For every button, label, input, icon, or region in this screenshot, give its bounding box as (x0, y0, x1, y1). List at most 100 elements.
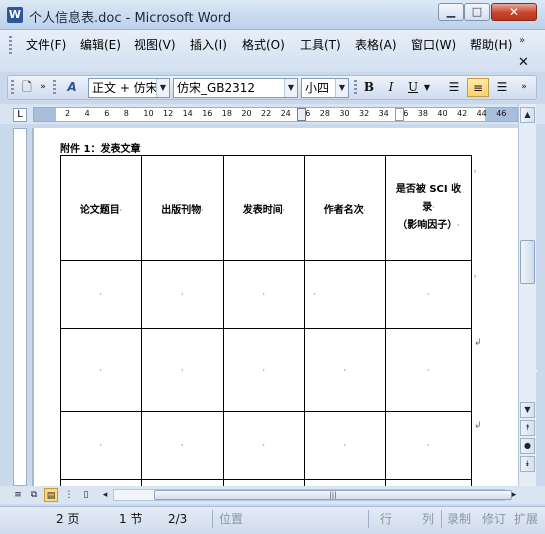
toolbar-grip-handle[interactable] (11, 80, 14, 96)
vertical-scrollbar[interactable]: ▲ ▼ ⯭ ● ⯯ (518, 104, 536, 486)
scroll-right-icon[interactable]: ▸ (507, 488, 521, 502)
close-icon: ✕ (508, 5, 520, 19)
table-cell[interactable]: ˒ (141, 411, 224, 480)
italic-button[interactable]: I (382, 78, 400, 97)
toolbar-overflow-chevron-icon[interactable]: » (38, 78, 48, 97)
document-area[interactable]: 附件 1：发表文章 论文题目˒ 出版刊物˒ 发表时间˒ 作者名次˒ 是否被 SC… (32, 128, 518, 486)
menu-tools[interactable]: 工具(T) (300, 36, 341, 54)
table-cell[interactable]: ˒ (304, 328, 386, 412)
document-page[interactable]: 附件 1：发表文章 论文题目˒ 出版刊物˒ 发表时间˒ 作者名次˒ 是否被 SC… (34, 128, 518, 486)
status-extend[interactable]: 扩展 (514, 510, 544, 528)
ruler-number: 20 (241, 109, 252, 118)
maximize-button[interactable]: □ (464, 3, 490, 21)
scroll-down-icon[interactable]: ▼ (520, 402, 535, 418)
print-layout-icon[interactable]: ▤ (44, 488, 58, 502)
font-size-select[interactable]: 小四 ▼ (301, 78, 349, 98)
word-app-icon[interactable]: W (7, 7, 23, 23)
horizontal-ruler[interactable]: 2468101214161820222426283032343638404244… (33, 107, 518, 122)
table-cell[interactable]: ˒ (141, 260, 224, 329)
table-cell[interactable]: ˒ (223, 411, 305, 480)
select-browse-object-icon[interactable]: ● (520, 438, 535, 454)
underline-button[interactable]: U (404, 78, 422, 97)
status-record[interactable]: 录制 (447, 510, 471, 528)
header-author-rank[interactable]: 作者名次˒ (304, 155, 386, 261)
font-select[interactable]: 仿宋_GB2312 ▼ (173, 78, 298, 98)
menu-help[interactable]: 帮助(H) (470, 36, 512, 54)
close-window-button[interactable]: ✕ (491, 3, 537, 21)
vertical-ruler[interactable] (13, 128, 27, 486)
scroll-left-icon[interactable]: ◂ (98, 488, 112, 502)
header-publish-date[interactable]: 发表时间˒ (223, 155, 305, 261)
table-cell[interactable]: ˒ (223, 260, 305, 329)
ruler-number: 40 (437, 109, 448, 118)
row-end-mark: ↲ (474, 338, 482, 348)
view-and-hscroll-bar: ≡ ⧉ ▤ ⋮ ▯ ◂ ||| ▸ (0, 486, 545, 504)
ruler-number: 2 (65, 109, 71, 118)
reading-layout-icon[interactable]: ▯ (79, 488, 93, 502)
align-justify-icon[interactable]: ☰ (444, 78, 464, 97)
row-end-mark: ˒ (474, 273, 477, 283)
table-cell[interactable]: ˒ (141, 328, 224, 412)
scroll-up-icon[interactable]: ▲ (520, 107, 535, 123)
tab-stop-selector[interactable]: L (13, 108, 27, 122)
underline-chevron-down-icon[interactable]: ▼ (422, 78, 432, 97)
header-paper-title[interactable]: 论文题目˒ (60, 155, 142, 261)
ruler-number: 14 (182, 109, 193, 118)
tab-stop-marker[interactable] (395, 108, 404, 121)
table-cell[interactable]: ˒ (304, 260, 386, 329)
new-document-icon[interactable]: 🗋 (18, 78, 36, 97)
minimize-button[interactable]: ▁ (438, 3, 464, 21)
table-cell[interactable]: ˒ (223, 328, 305, 412)
first-line-indent-marker[interactable] (297, 108, 306, 121)
menu-file[interactable]: 文件(F) (26, 36, 66, 54)
align-right-icon[interactable]: ☰ (492, 78, 512, 97)
table-cell[interactable]: ˒ (304, 411, 386, 480)
ruler-number: 34 (378, 109, 389, 118)
menu-window[interactable]: 窗口(W) (411, 36, 456, 54)
toolbar-grip-handle-2[interactable] (53, 80, 56, 96)
toolbar-end-chevron-icon[interactable]: » (518, 78, 530, 97)
styles-pane-icon[interactable]: A (61, 78, 83, 97)
chevron-down-icon[interactable]: ▼ (335, 79, 348, 97)
ruler-row: L 24681012141618202224262830323436384042… (0, 104, 545, 124)
outline-view-icon[interactable]: ⋮ (62, 488, 76, 502)
toolbar-grip-handle-3[interactable] (354, 80, 357, 96)
menu-format[interactable]: 格式(O) (242, 36, 285, 54)
ruler-number: 12 (163, 109, 174, 118)
chevron-down-icon[interactable]: ▼ (284, 79, 297, 97)
table-cell[interactable]: ˒ (60, 411, 142, 480)
bold-button[interactable]: B (360, 78, 378, 97)
header-journal[interactable]: 出版刊物˒ (141, 155, 224, 261)
table-cell[interactable]: ˒ (385, 411, 472, 480)
ruler-number: 8 (123, 109, 129, 118)
status-revise[interactable]: 修订 (482, 510, 506, 528)
horizontal-scroll-thumb[interactable]: ||| (154, 490, 512, 500)
table-cell[interactable]: ˒ (385, 328, 472, 412)
vertical-scroll-thumb[interactable] (520, 240, 535, 284)
menu-overflow-chevron-icon[interactable]: » (519, 35, 525, 46)
previous-page-icon[interactable]: ⯭ (520, 420, 535, 436)
menu-table[interactable]: 表格(A) (355, 36, 397, 54)
menu-bar: 文件(F) 编辑(E) 视图(V) 插入(I) 格式(O) 工具(T) 表格(A… (0, 30, 545, 72)
web-layout-icon[interactable]: ⧉ (27, 488, 41, 502)
status-page-of: 2/3 (168, 512, 188, 526)
normal-view-icon[interactable]: ≡ (11, 488, 25, 502)
menu-view[interactable]: 视图(V) (134, 36, 176, 54)
table-cell[interactable]: ˒ (60, 260, 142, 329)
close-document-icon[interactable]: ✕ (518, 55, 529, 70)
style-select[interactable]: 正文 + 仿宋 ▼ (88, 78, 170, 98)
next-page-icon[interactable]: ⯯ (520, 456, 535, 472)
horizontal-scrollbar[interactable]: ||| (113, 489, 512, 501)
align-center-icon[interactable]: ≡ (467, 78, 489, 97)
chevron-down-icon[interactable]: ▼ (156, 79, 169, 97)
ruler-number: 28 (319, 109, 330, 118)
table-cell[interactable]: ˒ (385, 260, 472, 329)
menu-edit[interactable]: 编辑(E) (80, 36, 121, 54)
header-sci-indexed[interactable]: 是否被 SCI 收 录˒ （影响因子）˒ (385, 155, 472, 261)
table-row: ˒ ˒ ˒ ˒ ˒ (60, 328, 472, 412)
publications-table[interactable]: 论文题目˒ 出版刊物˒ 发表时间˒ 作者名次˒ 是否被 SCI 收 录˒ （影响… (60, 155, 472, 486)
table-cell[interactable]: ˒ (60, 328, 142, 412)
menu-grip-handle[interactable] (9, 36, 12, 54)
menu-insert[interactable]: 插入(I) (190, 36, 227, 54)
ruler-number: 42 (457, 109, 468, 118)
